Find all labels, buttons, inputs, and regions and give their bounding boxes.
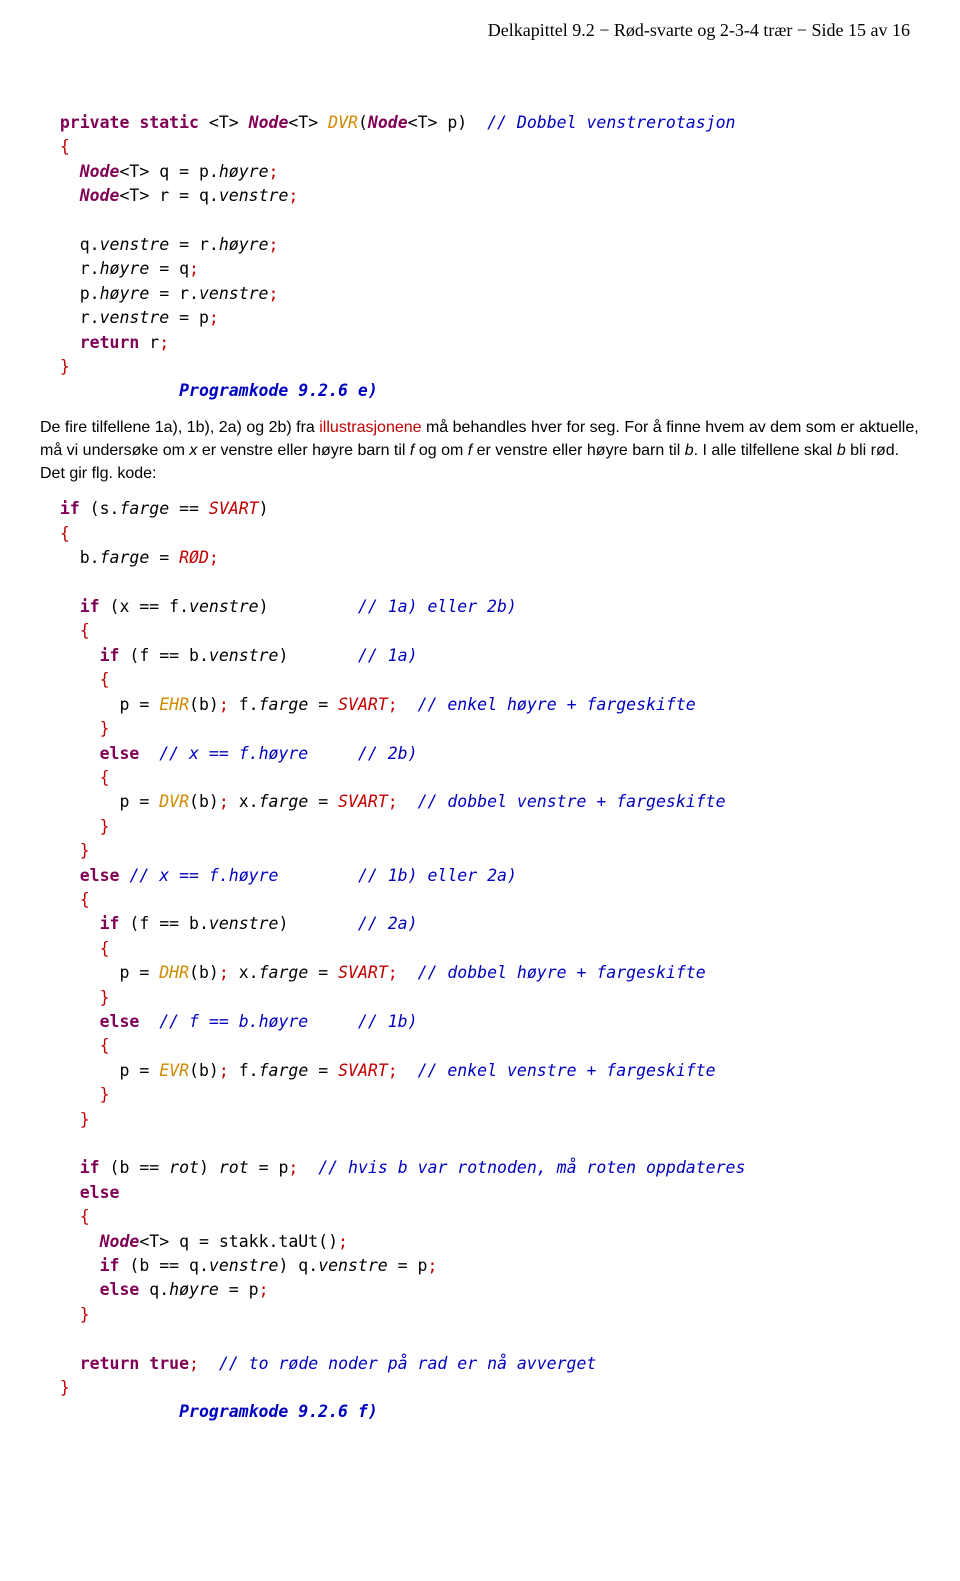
em-b: b xyxy=(685,442,694,459)
func-evr: EVR xyxy=(159,1061,189,1080)
cmt-1a2b: // 1a) eller 2b) xyxy=(358,597,517,616)
c-svart3: SVART xyxy=(338,792,388,811)
code-block-2: if (s.farge == SVART) { b.farge = RØD; i… xyxy=(40,497,920,1424)
kw-return2: return xyxy=(80,1354,140,1373)
cmt-ffb: // f == b.høyre xyxy=(159,1012,308,1031)
cmt-1b: // 1b) xyxy=(358,1012,418,1031)
cmt-1a: // 1a) xyxy=(358,646,418,665)
kw-else4: else xyxy=(80,1183,120,1202)
kw-if4: if xyxy=(100,914,120,933)
f-venstre: venstre xyxy=(219,186,289,205)
f-venstre4: venstre xyxy=(100,308,170,327)
c-svart5: SVART xyxy=(338,1061,388,1080)
f-venstre9: venstre xyxy=(318,1256,388,1275)
f-farge2: farge xyxy=(100,548,150,567)
cmt-rot: // hvis b var rotnoden, må roten oppdate… xyxy=(318,1158,745,1177)
cmt-dobh: // dobbel høyre + fargeskifte xyxy=(418,963,706,982)
kw-if2: if xyxy=(80,597,100,616)
kw-else2: else xyxy=(80,866,120,885)
f-farge3: farge xyxy=(259,695,309,714)
cmt-1b2a: // 1b) eller 2a) xyxy=(358,866,517,885)
prose-1c: er venstre eller høyre barn til xyxy=(197,442,410,459)
prose-1: De fire tilfellene 1a), 1b), 2a) og 2b) … xyxy=(40,416,920,486)
kw-static: static xyxy=(139,113,199,132)
kw-true: true xyxy=(149,1354,189,1373)
f-farge4: farge xyxy=(259,792,309,811)
prose-1f: . I alle tilfellene skal xyxy=(694,442,837,459)
kw-else5: else xyxy=(100,1280,140,1299)
f-venstre5: venstre xyxy=(189,597,259,616)
f-rot: rot xyxy=(169,1158,199,1177)
f-hoyre5: høyre xyxy=(169,1280,219,1299)
kw-private: private xyxy=(60,113,130,132)
prose-1a: De fire tilfellene 1a), 1b), 2a) og 2b) … xyxy=(40,419,319,436)
cmt-2b: // 2b) xyxy=(358,744,418,763)
f-venstre3: venstre xyxy=(199,284,269,303)
f-venstre7: venstre xyxy=(209,914,279,933)
cmt-2a: // 2a) xyxy=(358,914,418,933)
cmt-avv: // to røde noder på rad er nå avverget xyxy=(219,1354,597,1373)
f-venstre6: venstre xyxy=(209,646,279,665)
f-farge: farge xyxy=(120,499,170,518)
f-hoyre2: høyre xyxy=(219,235,269,254)
kw-else3: else xyxy=(100,1012,140,1031)
kw-if3: if xyxy=(100,646,120,665)
type-node5: Node xyxy=(100,1232,140,1251)
cmt-dobv: // dobbel venstre + fargeskifte xyxy=(418,792,726,811)
cmt-enkh: // enkel høyre + fargeskifte xyxy=(418,695,696,714)
type-node-2: Node xyxy=(368,113,408,132)
type-node: Node xyxy=(249,113,289,132)
kw-else: else xyxy=(100,744,140,763)
cmt-xfh: // x == f.høyre xyxy=(159,744,308,763)
cmt-xfh2: // x == f.høyre xyxy=(129,866,278,885)
c-rod: RØD xyxy=(179,548,209,567)
f-farge6: farge xyxy=(259,1061,309,1080)
func-dhr: DHR xyxy=(159,963,189,982)
f-hoyre: høyre xyxy=(219,162,269,181)
func-ehr: EHR xyxy=(159,695,189,714)
comment-1: // Dobbel venstrerotasjon xyxy=(487,113,735,132)
link-illustrasjonene[interactable]: illustrasjonene xyxy=(319,419,421,436)
type-node-3: Node xyxy=(80,162,120,181)
f-rot2: rot xyxy=(219,1158,249,1177)
func-dvr2: DVR xyxy=(159,792,189,811)
kw-if6: if xyxy=(100,1256,120,1275)
code-block-1: private static <T> Node<T> DVR(Node<T> p… xyxy=(40,111,920,404)
prose-1d: og om xyxy=(414,442,467,459)
caption-1: Programkode 9.2.6 e) xyxy=(179,381,378,400)
f-hoyre4: høyre xyxy=(100,284,150,303)
type-node-4: Node xyxy=(80,186,120,205)
caption-2: Programkode 9.2.6 f) xyxy=(179,1402,378,1421)
c-svart2: SVART xyxy=(338,695,388,714)
kw-if5: if xyxy=(80,1158,100,1177)
c-svart4: SVART xyxy=(338,963,388,982)
func-dvr: DVR xyxy=(328,113,358,132)
f-venstre2: venstre xyxy=(100,235,170,254)
kw-if: if xyxy=(60,499,80,518)
cmt-enkv: // enkel venstre + fargeskifte xyxy=(418,1061,716,1080)
c-svart: SVART xyxy=(209,499,259,518)
prose-1e: er venstre eller høyre barn til xyxy=(472,442,685,459)
kw-return: return xyxy=(80,333,140,352)
f-venstre8: venstre xyxy=(209,1256,279,1275)
f-hoyre3: høyre xyxy=(100,259,150,278)
em-b2: b xyxy=(837,442,846,459)
page-header: Delkapittel 9.2 − Rød-svarte og 2-3-4 tr… xyxy=(40,20,910,41)
f-farge5: farge xyxy=(259,963,309,982)
